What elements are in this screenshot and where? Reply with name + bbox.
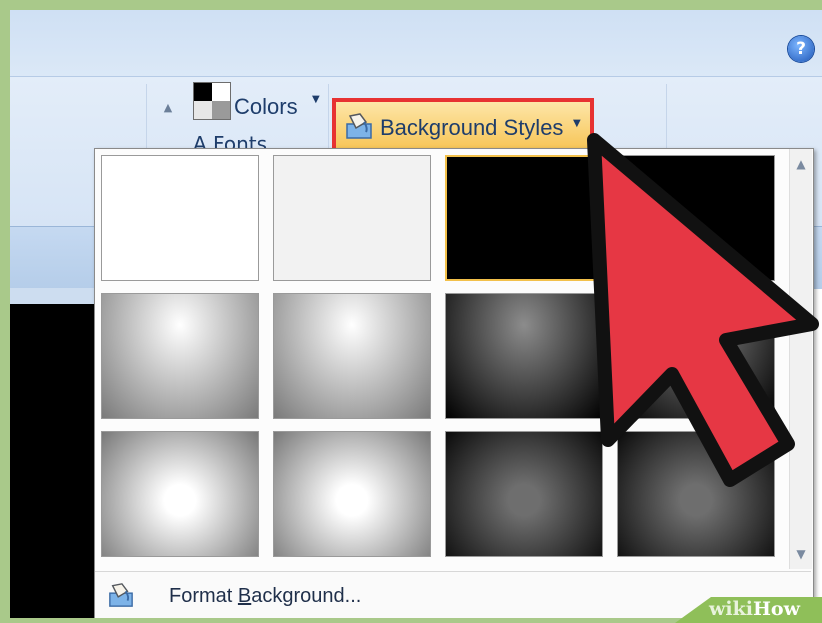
slide-canvas <box>10 304 100 618</box>
slide-panel-header <box>10 288 100 304</box>
background-style-thumbnail[interactable] <box>273 293 431 419</box>
colors-icon[interactable] <box>193 82 231 120</box>
scroll-down-icon[interactable]: ▼ <box>790 543 812 565</box>
paint-bucket-icon <box>346 113 372 139</box>
background-style-thumbnail[interactable] <box>273 431 431 557</box>
watermark-wiki: wiki <box>709 598 753 620</box>
format-background-suffix: ackground... <box>251 585 362 607</box>
wikihow-watermark: wikiHow <box>675 583 822 623</box>
background-style-thumbnail[interactable] <box>273 155 431 281</box>
watermark-how: How <box>752 598 800 620</box>
paint-bucket-icon <box>109 583 133 607</box>
theme-scroll-up-button[interactable]: ▲ <box>158 98 178 118</box>
colors-button-label[interactable]: Colors <box>234 94 298 120</box>
help-icon[interactable]: ? <box>788 36 814 62</box>
background-style-thumbnail[interactable] <box>101 431 259 557</box>
cursor-arrow-icon <box>587 133 819 487</box>
format-background-label: Format Background... <box>169 585 361 608</box>
format-background-prefix: Format <box>169 585 238 607</box>
title-bar: ? <box>10 10 822 76</box>
background-styles-label: Background Styles <box>380 115 564 140</box>
background-style-thumbnail[interactable] <box>101 293 259 419</box>
background-styles-button[interactable]: Background Styles ▼ <box>332 98 594 152</box>
format-background-accel-key: B <box>237 585 252 607</box>
background-style-thumbnail[interactable] <box>101 155 259 281</box>
chevron-down-icon[interactable]: ▼ <box>312 94 320 105</box>
